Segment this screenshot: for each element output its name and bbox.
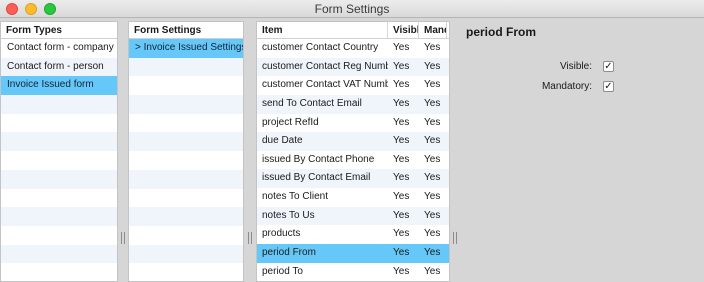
empty-row: [129, 57, 243, 77]
mandatory-cell: Yes: [424, 116, 441, 128]
visible-cell: Yes: [393, 265, 410, 277]
splitter-handle[interactable]: [248, 232, 252, 244]
empty-row: [1, 169, 117, 189]
empty-row: [1, 114, 117, 133]
empty-row: [1, 132, 117, 152]
item-cell: customer Contact Country: [262, 42, 379, 53]
window-title: Form Settings: [314, 2, 390, 16]
items-table-header: Item Visible Mandatory: [257, 22, 449, 39]
empty-row: [1, 244, 117, 264]
table-row[interactable]: issued By Contact Email Yes Yes: [257, 169, 449, 189]
form-types-panel: Form Types Contact form - company Contac…: [0, 21, 118, 282]
empty-row: [129, 263, 243, 281]
item-cell: notes To Client: [262, 191, 328, 203]
empty-row: [1, 189, 117, 208]
item-cell: period From: [262, 247, 316, 259]
visible-cell: Yes: [393, 153, 410, 165]
mandatory-checkbox[interactable]: ✓: [603, 81, 614, 92]
empty-row: [129, 189, 243, 208]
item-cell: notes To Us: [262, 209, 315, 221]
empty-row: [129, 76, 243, 95]
details-panel: period From Visible: ✓ Mandatory: ✓: [460, 21, 704, 282]
empty-row: [129, 169, 243, 189]
details-title: period From: [466, 25, 537, 39]
table-row[interactable]: issued By Contact Phone Yes Yes: [257, 151, 449, 170]
mandatory-cell: Yes: [424, 135, 441, 147]
table-row[interactable]: customer Contact Country Yes Yes: [257, 39, 449, 58]
mandatory-cell: Yes: [424, 209, 441, 221]
form-settings-item[interactable]: > Invoice Issued Settings: [129, 39, 243, 58]
items-table-body: customer Contact Country Yes Yes customer C…: [257, 39, 449, 281]
item-cell: due Date: [262, 135, 303, 147]
mandatory-cell: Yes: [424, 228, 441, 240]
table-row[interactable]: notes To Client Yes Yes: [257, 188, 449, 207]
table-row[interactable]: customer Contact Reg Number Yes Yes: [257, 57, 449, 77]
visible-cell: Yes: [393, 42, 410, 53]
empty-row: [1, 226, 117, 245]
column-header-mandatory[interactable]: Mandatory: [419, 22, 447, 38]
mandatory-cell: Yes: [424, 97, 441, 109]
splitter-handle[interactable]: [121, 232, 125, 244]
visible-cell: Yes: [393, 116, 410, 128]
empty-row: [129, 226, 243, 245]
form-types-header[interactable]: Form Types: [1, 22, 117, 39]
item-cell: customer Contact Reg Number: [262, 60, 388, 72]
empty-row: [129, 207, 243, 226]
visible-cell: Yes: [393, 247, 410, 259]
empty-row: [1, 207, 117, 226]
mandatory-cell: Yes: [424, 247, 441, 259]
visible-label: Visible:: [559, 61, 592, 72]
table-row[interactable]: customer Contact VAT Number Yes Yes: [257, 76, 449, 95]
visible-cell: Yes: [393, 60, 410, 72]
mandatory-cell: Yes: [424, 79, 441, 91]
item-cell: customer Contact VAT Number: [262, 79, 388, 91]
mandatory-cell: Yes: [424, 265, 441, 277]
empty-row: [1, 263, 117, 281]
form-settings-panel: Form Settings > Invoice Issued Settings: [128, 21, 244, 282]
form-type-item[interactable]: Contact form - person: [1, 57, 117, 77]
form-settings-header[interactable]: Form Settings: [129, 22, 243, 39]
splitter-handle[interactable]: [453, 232, 457, 244]
table-row[interactable]: period From Yes Yes: [257, 244, 449, 263]
mandatory-cell: Yes: [424, 60, 441, 72]
item-cell: products: [262, 228, 301, 240]
item-cell: period To: [262, 265, 303, 277]
visible-cell: Yes: [393, 191, 410, 203]
table-row[interactable]: period To Yes Yes: [257, 263, 449, 281]
mandatory-cell: Yes: [424, 42, 441, 53]
mandatory-cell: Yes: [424, 191, 441, 203]
table-row[interactable]: notes To Us Yes Yes: [257, 206, 449, 226]
items-table: Item Visible Mandatory customer Contact …: [256, 21, 450, 282]
mandatory-cell: Yes: [424, 153, 441, 165]
mandatory-label: Mandatory:: [541, 81, 592, 92]
visible-cell: Yes: [393, 228, 410, 240]
empty-row: [1, 151, 117, 170]
empty-row: [129, 95, 243, 114]
visible-cell: Yes: [393, 172, 410, 184]
empty-row: [129, 151, 243, 170]
visible-cell: Yes: [393, 79, 410, 91]
empty-row: [129, 132, 243, 152]
item-cell: project RefId: [262, 116, 319, 128]
table-row[interactable]: send To Contact Email Yes Yes: [257, 94, 449, 114]
visible-cell: Yes: [393, 135, 410, 147]
visible-cell: Yes: [393, 97, 410, 109]
column-header-item[interactable]: Item: [257, 22, 388, 38]
empty-row: [129, 244, 243, 264]
empty-row: [1, 95, 117, 114]
empty-row: [129, 114, 243, 133]
visible-checkbox[interactable]: ✓: [603, 61, 614, 72]
table-row[interactable]: due Date Yes Yes: [257, 132, 449, 151]
table-row[interactable]: project RefId Yes Yes: [257, 114, 449, 133]
form-type-item[interactable]: Invoice Issued form: [1, 76, 117, 96]
item-cell: send To Contact Email: [262, 97, 362, 109]
mandatory-cell: Yes: [424, 172, 441, 184]
form-type-item[interactable]: Contact form - company: [1, 39, 117, 58]
title-bar: Form Settings: [0, 0, 704, 18]
table-row[interactable]: products Yes Yes: [257, 225, 449, 244]
column-header-visible[interactable]: Visible: [388, 22, 419, 38]
visible-cell: Yes: [393, 209, 410, 221]
item-cell: issued By Contact Email: [262, 172, 371, 184]
item-cell: issued By Contact Phone: [262, 153, 375, 165]
